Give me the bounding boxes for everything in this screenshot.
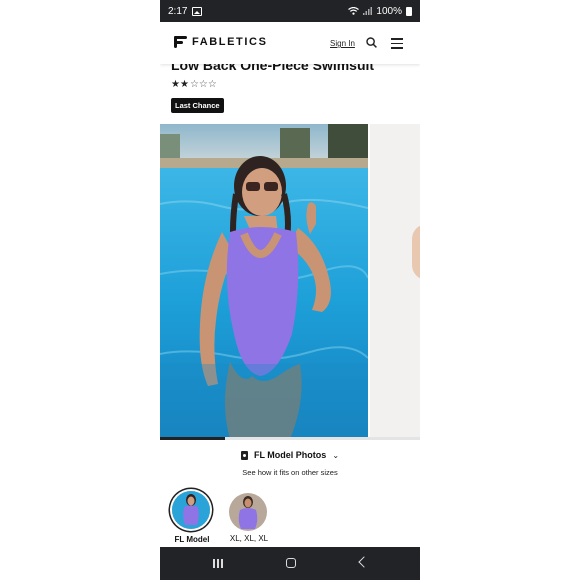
last-chance-badge: Last Chance <box>171 98 224 113</box>
battery-icon <box>406 6 412 16</box>
phone-screen: 2:17 100% Low Back One-Piece Swimsuit FA… <box>160 0 420 580</box>
stars-empty: ☆☆☆ <box>189 79 217 90</box>
rating-stars[interactable]: ★★ ☆☆☆ <box>171 79 217 90</box>
thumbnail-xl[interactable] <box>229 493 267 531</box>
menu-icon[interactable] <box>391 38 403 49</box>
brand-name: FABLETICS <box>192 36 268 48</box>
model-photos-label: FL Model Photos <box>253 450 327 460</box>
thumbnail-image <box>172 491 210 529</box>
sign-in-link[interactable]: Sign In <box>330 39 355 48</box>
search-icon[interactable] <box>366 37 377 48</box>
gallery-progress-fill <box>160 437 225 440</box>
photo-badge-icon <box>240 450 248 460</box>
model-photos-selector[interactable]: FL Model Photos ⌄ <box>160 450 420 460</box>
system-nav-bar <box>160 547 420 580</box>
stars-filled: ★★ <box>171 79 189 90</box>
image-icon <box>192 6 203 16</box>
product-photo <box>160 124 368 439</box>
home-icon[interactable] <box>286 558 296 568</box>
model-photos-subtitle: See how it fits on other sizes <box>242 468 338 477</box>
battery-level: 100% <box>376 5 402 17</box>
fabletics-logo-icon <box>174 36 187 48</box>
brand-logo[interactable]: FABLETICS <box>174 36 268 48</box>
signal-icon <box>363 7 373 15</box>
status-bar: 2:17 100% <box>160 0 420 22</box>
thumbnail-label: XL, XL, XL <box>229 534 269 543</box>
thumbnail-fl-model-photos[interactable] <box>172 491 210 529</box>
chevron-down-icon: ⌄ <box>332 450 340 460</box>
back-icon[interactable] <box>358 556 370 568</box>
gallery-progress-bar <box>160 437 420 440</box>
recent-apps-icon[interactable] <box>213 559 223 568</box>
site-header: FABLETICS Sign In <box>160 22 420 64</box>
product-image-main[interactable] <box>160 124 368 439</box>
thumbnail-label: FL Model Photos <box>174 535 210 547</box>
thumbnail-image <box>229 493 267 531</box>
clock: 2:17 <box>168 5 188 17</box>
product-image-next[interactable] <box>370 124 420 439</box>
wifi-icon <box>348 7 360 15</box>
